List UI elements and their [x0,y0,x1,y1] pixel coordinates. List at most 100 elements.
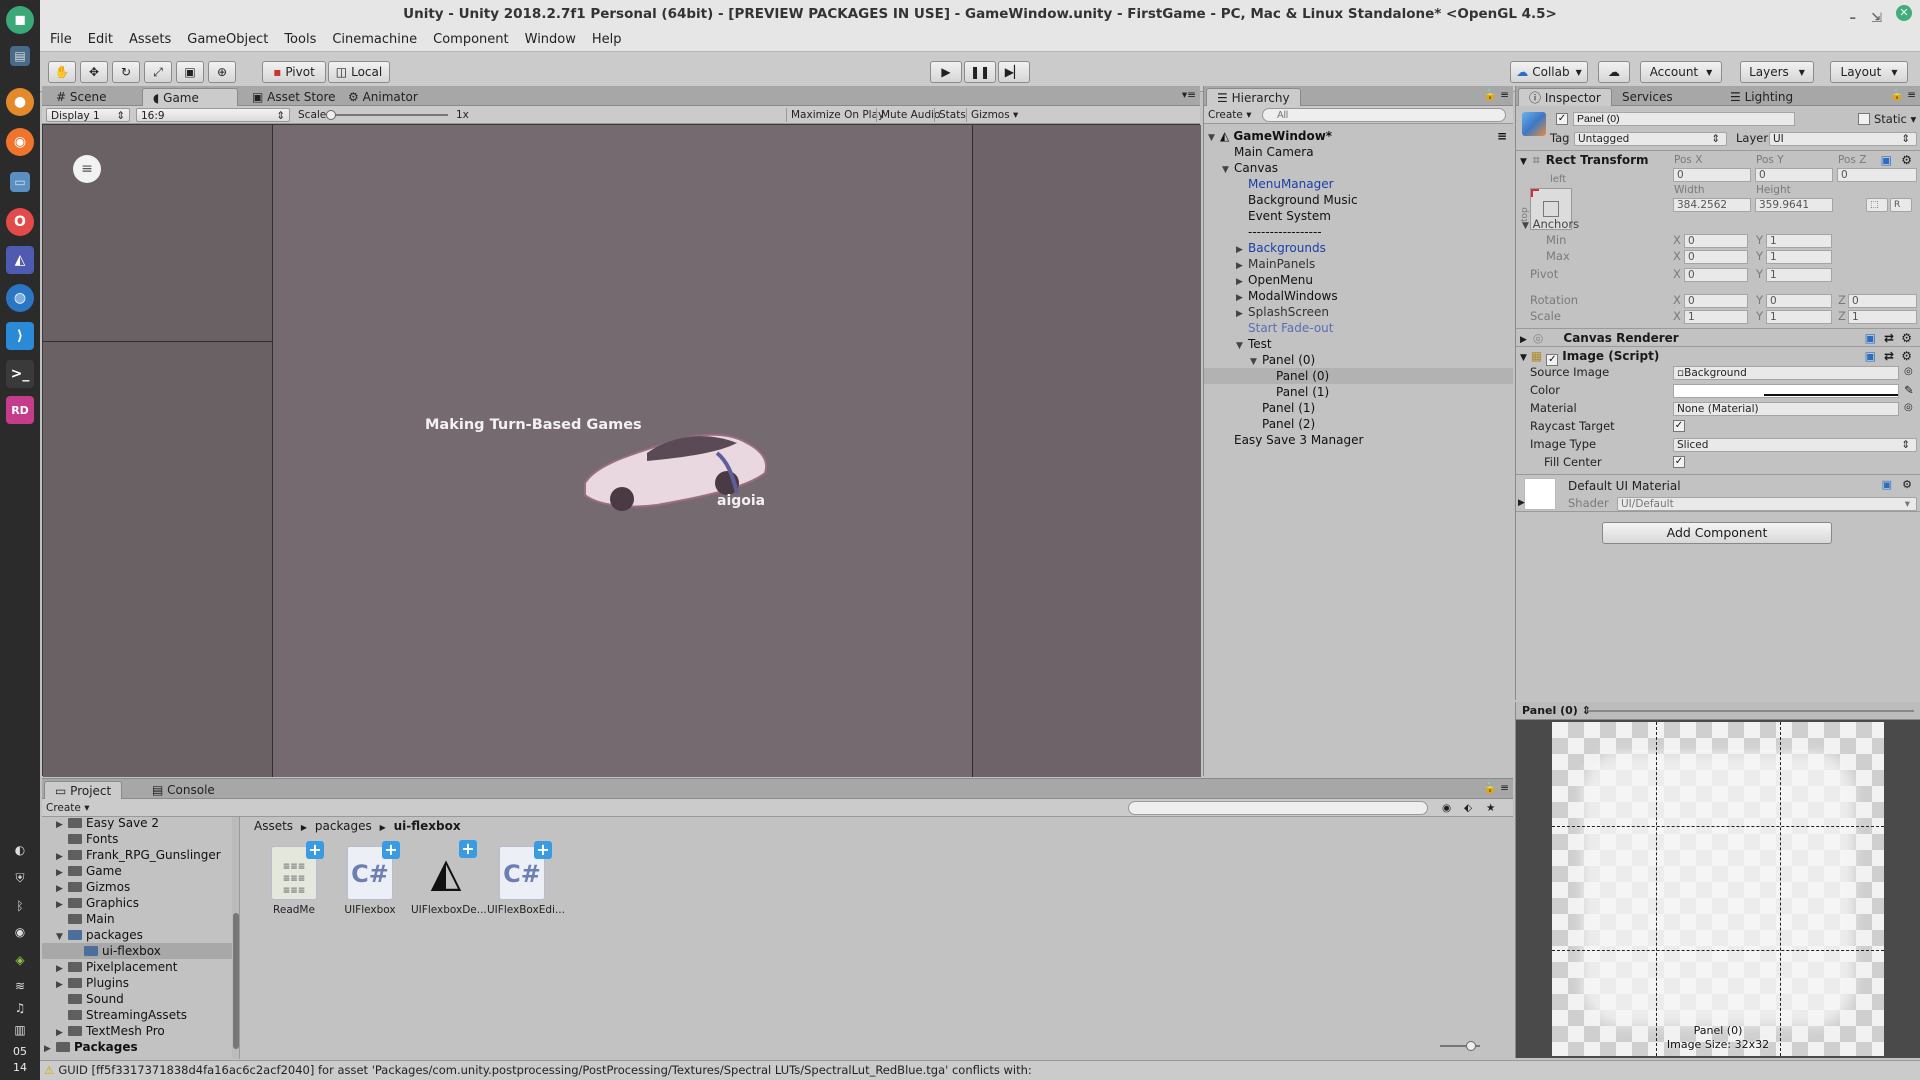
expand-icon[interactable]: ▶ [1518,495,1525,511]
folder-row[interactable]: ▶ Frank_RPG_Gunslinger [56,847,221,863]
panel-menu-icon[interactable]: 🔒 ≡ [1891,88,1916,102]
tab-inspector[interactable]: ⓘ Inspector [1518,88,1612,106]
create-dropdown[interactable]: Create ▾ [1208,108,1252,122]
preview-drag-handle[interactable] [1588,710,1914,712]
asset-readme[interactable]: ≡≡≡ ≡≡≡ ≡≡≡ + ReadMe [259,841,329,916]
fill-center-checkbox[interactable]: ✓ [1673,456,1685,468]
menu-file[interactable]: File [42,28,80,52]
tab-project[interactable]: ▭ Project [44,781,123,799]
asset-uiflexbox[interactable]: C# + UIFlexbox [335,841,405,916]
vscode-app-icon[interactable]: ⟩ [6,322,34,350]
close-icon[interactable]: ✕ [1896,5,1912,21]
tab-asset-store[interactable]: ▣ Asset Store [242,88,346,106]
pos-z-field[interactable]: 0 [1837,168,1917,182]
blueprint-mode-button[interactable]: ⬚ [1866,198,1888,212]
tab-console[interactable]: ▤ Console [142,781,225,799]
collapse-icon[interactable]: ▼ [1520,157,1527,167]
menu-tools[interactable]: Tools [276,28,324,52]
rider-app-icon[interactable]: RD [6,396,34,424]
menu-window[interactable]: Window [517,28,584,52]
folder-row[interactable]: ▶ TextMesh Pro [56,1023,165,1039]
folder-row[interactable]: ▼ packages [56,927,143,943]
hierarchy-item[interactable]: Start Fade-out [1204,320,1513,336]
folder-row[interactable]: ▶ Gizmos [56,879,130,895]
blender-app-icon[interactable]: ◉ [6,128,34,156]
pos-x-field[interactable]: 0 [1673,168,1751,182]
scene-menu-icon[interactable]: ≡ [1497,128,1507,144]
raycast-target-checkbox[interactable]: ✓ [1673,420,1685,432]
opera-app-icon[interactable]: O [6,208,34,236]
layout-dropdown[interactable]: Layout ▼ [1830,61,1908,83]
hierarchy-item[interactable]: ▼ Panel (0) [1204,352,1513,368]
gear-icon[interactable]: ⚙ [1901,329,1912,347]
panel-menu-icon[interactable]: ▾≡ [1182,88,1196,102]
anchor-max-x-field[interactable]: 0 [1684,250,1748,264]
preset-icon[interactable]: ⇄ [1884,347,1894,365]
folder-row[interactable]: ▶ Easy Save 2 [56,817,159,831]
menu-edit[interactable]: Edit [80,28,121,52]
preset-icon[interactable]: ⇄ [1884,329,1894,347]
color-field[interactable] [1673,384,1899,398]
chrome-app-icon[interactable]: ● [6,88,34,116]
pause-button[interactable]: ❚❚ [964,61,996,83]
hierarchy-item[interactable]: Main Camera [1204,144,1513,160]
help-icon[interactable]: ▣ [1865,329,1876,347]
asset-uiflexbox-demo[interactable]: ◭ + UIFlexboxDe... [411,840,487,917]
mute-audio-toggle[interactable]: Mute Audio [876,108,940,122]
image-type-dropdown[interactable]: Sliced ⇕ [1673,438,1917,452]
scale-slider-thumb[interactable] [326,110,336,120]
project-search-input[interactable] [1128,801,1428,815]
breadcrumb-item[interactable]: packages [315,819,372,833]
status-bar[interactable]: ⚠ GUID [ff5f3317371838d4fa16ac6c2acf2040]… [40,1060,1920,1080]
anchor-max-y-field[interactable]: 1 [1766,250,1832,264]
hierarchy-item-selected[interactable]: Panel (0) [1204,368,1513,384]
rotation-z-field[interactable]: 0 [1848,294,1917,308]
wifi-tray-icon[interactable]: ≋ [10,976,30,996]
folder-tree-scrollbar[interactable] [232,817,239,1059]
music-tray-icon[interactable]: ♫ [10,998,30,1018]
hierarchy-item[interactable]: ▼ Test [1204,336,1513,352]
anchors-foldout[interactable]: ▼ Anchors [1522,216,1579,232]
gizmos-dropdown[interactable]: Gizmos ▾ [966,108,1018,122]
object-name-input[interactable] [1573,112,1795,126]
folder-row[interactable]: Fonts [68,831,118,847]
help-icon[interactable]: ▣ [1865,347,1876,365]
scene-row[interactable]: ▼ ◭ GameWindow* ≡ [1204,128,1513,144]
steam-tray-icon[interactable]: ◐ [10,840,30,860]
rotate-tool-icon[interactable]: ↻ [112,61,140,83]
icon-size-slider[interactable] [1440,1041,1480,1051]
preview-title[interactable]: Panel (0) ⇕ [1522,704,1591,717]
hierarchy-item[interactable]: Panel (2) [1204,416,1513,432]
unity-app-icon[interactable]: ◭ [6,246,34,274]
hierarchy-item[interactable]: Panel (1) [1204,384,1513,400]
layers-dropdown[interactable]: Layers ▼ [1740,61,1814,83]
maximize-on-play-toggle[interactable]: Maximize On Play [786,108,884,122]
scrollbar-thumb[interactable] [233,913,239,1049]
menu-help[interactable]: Help [584,28,630,52]
folder-row[interactable]: ▶ Plugins [56,975,129,991]
source-image-field[interactable]: ▫Background [1673,366,1899,380]
layer-dropdown[interactable]: UI ⇕ [1769,132,1917,146]
menu-component[interactable]: Component [425,28,516,52]
height-field[interactable]: 359.9641 [1755,198,1833,212]
steam-app-icon[interactable]: ◍ [6,284,34,312]
icon-size-thumb[interactable] [1466,1041,1476,1051]
breadcrumb-item[interactable]: ui-flexbox [394,819,461,833]
active-checkbox[interactable]: ✓ [1556,113,1568,125]
tab-game[interactable]: ◖ Game [142,88,238,106]
hierarchy-item[interactable]: ▶ SplashScreen [1204,304,1513,320]
folder-row[interactable]: Sound [68,991,124,1007]
pivot-button[interactable]: ▪ Pivot [262,61,326,83]
pos-y-field[interactable]: 0 [1755,168,1833,182]
rotation-y-field[interactable]: 0 [1766,294,1832,308]
gear-icon[interactable]: ⚙ [1901,347,1912,365]
scale-z-field[interactable]: 1 [1848,310,1917,324]
hierarchy-item[interactable]: ▶ Backgrounds [1204,240,1513,256]
collab-dropdown[interactable]: ☁ Collab ▼ [1510,61,1588,83]
move-tool-icon[interactable]: ✥ [80,61,108,83]
scale-y-field[interactable]: 1 [1766,310,1832,324]
add-component-button[interactable]: Add Component [1602,522,1832,544]
folder-row-selected[interactable]: ui-flexbox [42,943,239,959]
collapse-icon[interactable]: ▼ [1520,353,1527,363]
local-button[interactable]: ◫ Local [328,61,390,83]
